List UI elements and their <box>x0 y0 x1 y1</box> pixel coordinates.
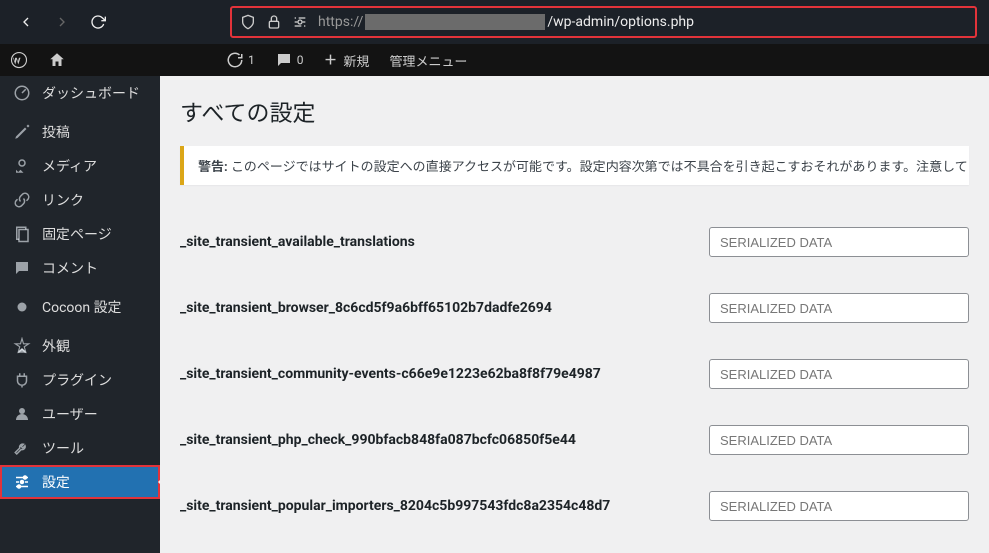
posts-icon <box>12 122 32 142</box>
settings-icon <box>12 472 32 492</box>
sidebar-item-dashboard[interactable]: ダッシュボード <box>0 76 160 110</box>
site-home-link[interactable] <box>38 44 76 76</box>
sidebar-item-plugins[interactable]: プラグイン <box>0 363 160 397</box>
updates-link[interactable]: 1 <box>216 44 265 76</box>
warning-text: このページではサイトの設定への直接アクセスが可能です。設定内容次第では不具合を引… <box>228 160 969 175</box>
address-bar[interactable]: https:// /wp-admin/options.php <box>230 6 977 38</box>
comments-icon <box>12 258 32 278</box>
links-icon <box>12 190 32 210</box>
option-row: _site_transient_php_check_990bfacb848fa0… <box>180 407 969 473</box>
wp-logo-menu[interactable] <box>0 44 38 76</box>
sidebar-item-pages[interactable]: 固定ページ <box>0 217 160 251</box>
sidebar-item-label: リンク <box>42 190 84 210</box>
sidebar-item-label: Cocoon 設定 <box>42 297 122 317</box>
reload-button[interactable] <box>84 8 112 36</box>
sidebar-item-posts[interactable]: 投稿 <box>0 115 160 149</box>
sidebar-item-media[interactable]: メディア <box>0 149 160 183</box>
option-input[interactable] <box>709 227 969 257</box>
appearance-icon <box>12 336 32 356</box>
dashboard-icon <box>12 83 32 103</box>
pages-icon <box>12 224 32 244</box>
sidebar-item-label: コメント <box>42 258 98 278</box>
main-layout: ダッシュボード 投稿 メディア リンク 固定ページ コメント Cocoon 設定 <box>0 76 989 553</box>
users-icon <box>12 404 32 424</box>
sidebar-item-comments[interactable]: コメント <box>0 251 160 285</box>
plus-icon: ＋ <box>324 50 338 70</box>
warning-prefix: 警告: <box>198 160 228 175</box>
option-label: _site_transient_popular_importers_8204c5… <box>180 498 709 514</box>
active-pointer <box>158 474 166 490</box>
comments-link[interactable]: 0 <box>265 44 314 76</box>
lock-icon <box>266 14 282 30</box>
new-content-link[interactable]: ＋ 新規 <box>314 44 380 76</box>
sidebar-item-users[interactable]: ユーザー <box>0 397 160 431</box>
warning-notice: 警告: このページではサイトの設定への直接アクセスが可能です。設定内容次第では不… <box>180 146 969 185</box>
browser-chrome: https:// /wp-admin/options.php <box>0 0 989 44</box>
url-protocol: https:// <box>318 14 363 30</box>
updates-count: 1 <box>248 53 255 67</box>
comments-count: 0 <box>297 53 304 67</box>
sidebar-item-appearance[interactable]: 外観 <box>0 329 160 363</box>
sidebar-item-label: ツール <box>42 438 84 458</box>
admin-sidebar: ダッシュボード 投稿 メディア リンク 固定ページ コメント Cocoon 設定 <box>0 76 160 553</box>
manage-menu-link[interactable]: 管理メニュー <box>380 44 478 76</box>
sidebar-item-label: 設定 <box>42 472 70 492</box>
new-label: 新規 <box>344 51 370 70</box>
option-label: _site_transient_browser_8c6cd5f9a6bff651… <box>180 300 709 316</box>
sidebar-item-cocoon[interactable]: Cocoon 設定 <box>0 290 160 324</box>
back-button[interactable] <box>12 8 40 36</box>
tools-icon <box>12 438 32 458</box>
cocoon-icon <box>12 297 32 317</box>
wp-admin-toolbar: 1 0 ＋ 新規 管理メニュー <box>0 44 989 76</box>
option-row: _site_transient_popular_importers_8204c5… <box>180 473 969 539</box>
option-row: _site_transient_available_translations <box>180 209 969 275</box>
option-row: _site_transient_browser_8c6cd5f9a6bff651… <box>180 275 969 341</box>
page-title: すべての設定 <box>180 94 969 128</box>
manage-menu-label: 管理メニュー <box>390 51 468 70</box>
permissions-icon <box>292 14 308 30</box>
sidebar-item-label: ユーザー <box>42 404 98 424</box>
sidebar-item-label: 固定ページ <box>42 224 112 244</box>
option-input[interactable] <box>709 425 969 455</box>
option-input[interactable] <box>709 293 969 323</box>
sidebar-item-tools[interactable]: ツール <box>0 431 160 465</box>
forward-button[interactable] <box>48 8 76 36</box>
sidebar-item-label: メディア <box>42 156 97 176</box>
sidebar-item-links[interactable]: リンク <box>0 183 160 217</box>
sidebar-item-label: プラグイン <box>42 370 112 390</box>
option-input[interactable] <box>709 491 969 521</box>
option-input[interactable] <box>709 359 969 389</box>
content-area: すべての設定 警告: このページではサイトの設定への直接アクセスが可能です。設定… <box>160 76 989 553</box>
sidebar-item-label: 投稿 <box>42 122 70 142</box>
sidebar-item-label: ダッシュボード <box>42 83 140 103</box>
shield-icon <box>240 14 256 30</box>
option-label: _site_transient_available_translations <box>180 234 709 250</box>
plugins-icon <box>12 370 32 390</box>
option-row: _site_transient_community-events-c66e9e1… <box>180 341 969 407</box>
option-label: _site_transient_community-events-c66e9e1… <box>180 366 709 382</box>
url-text: https:// /wp-admin/options.php <box>318 14 967 30</box>
url-domain-redacted <box>365 14 545 30</box>
media-icon <box>12 156 32 176</box>
sidebar-item-settings[interactable]: 設定 <box>0 465 160 499</box>
option-row: _site_transient_theme_roots <box>180 539 969 553</box>
option-label: _site_transient_php_check_990bfacb848fa0… <box>180 432 709 448</box>
sidebar-item-label: 外観 <box>42 336 70 356</box>
url-path: /wp-admin/options.php <box>547 14 694 30</box>
